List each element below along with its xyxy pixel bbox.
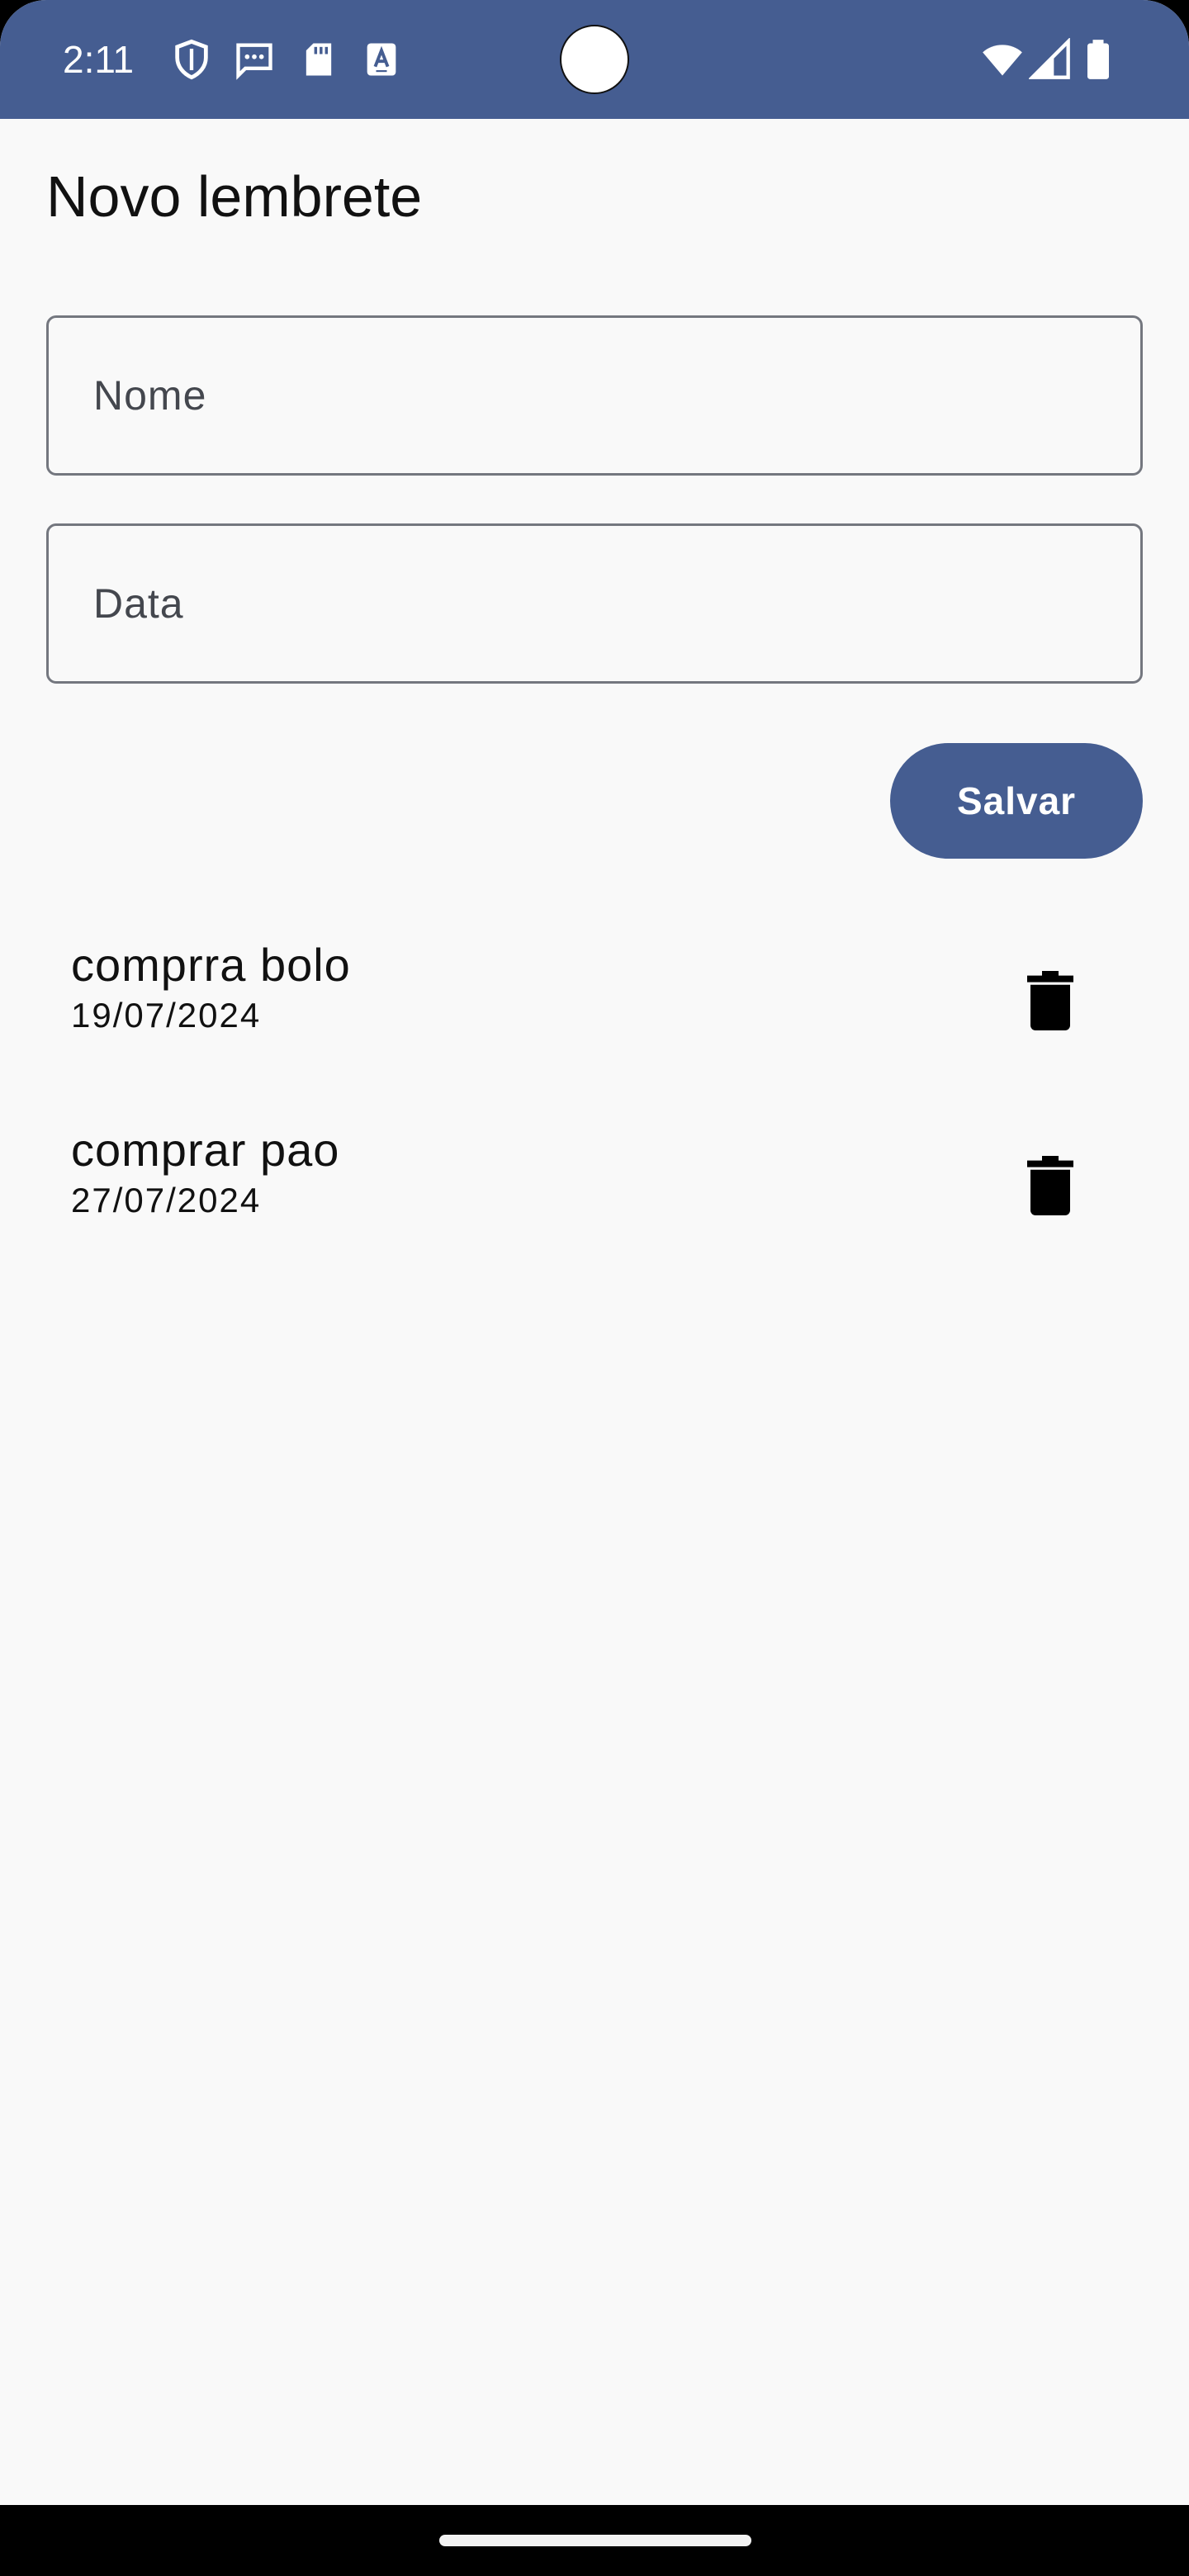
list-item: comprra bolo 19/07/2024 <box>46 936 1143 1101</box>
reminder-name: comprar pao <box>71 1124 340 1176</box>
name-input[interactable] <box>93 318 1084 473</box>
status-time: 2:11 <box>63 38 135 81</box>
date-field[interactable] <box>46 523 1143 684</box>
wifi-icon <box>979 38 1026 81</box>
reminder-name: comprra bolo <box>71 939 351 991</box>
save-button[interactable]: Salvar <box>890 743 1143 859</box>
reminder-date: 27/07/2024 <box>71 1181 262 1219</box>
status-bar: 2:11 <box>0 0 1189 119</box>
trash-icon <box>1027 1156 1073 1215</box>
sd-card-icon <box>297 38 340 81</box>
name-field[interactable] <box>46 315 1143 476</box>
cellular-signal-icon <box>1029 38 1072 81</box>
page-title: Novo lembrete <box>46 164 423 229</box>
message-icon <box>233 38 276 81</box>
text-a-icon <box>360 38 403 81</box>
delete-button[interactable] <box>1011 961 1090 1040</box>
delete-button[interactable] <box>1011 1146 1090 1225</box>
list-item: comprar pao 27/07/2024 <box>46 1121 1143 1286</box>
navigation-bar <box>0 2505 1189 2576</box>
camera-cutout <box>560 25 629 94</box>
battery-icon <box>1082 38 1115 81</box>
reminder-date: 19/07/2024 <box>71 996 262 1035</box>
home-indicator[interactable] <box>439 2535 751 2546</box>
trash-icon <box>1027 971 1073 1030</box>
date-input[interactable] <box>93 526 1084 681</box>
shield-icon <box>170 38 213 81</box>
app-screen: 2:11 Novo lembrete Salvar <box>0 0 1189 2505</box>
